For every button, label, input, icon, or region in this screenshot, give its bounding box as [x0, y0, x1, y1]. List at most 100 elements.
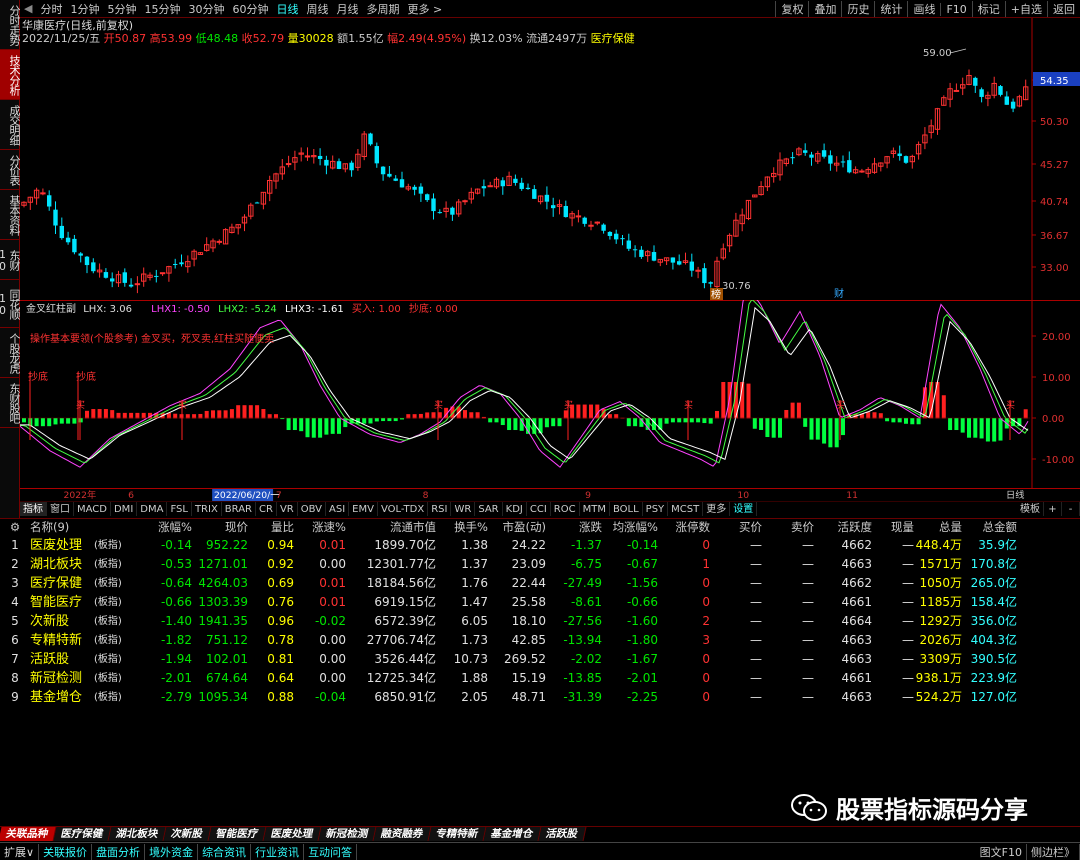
column-header[interactable]: 涨速% [294, 519, 346, 536]
column-header[interactable]: 总量 [914, 519, 962, 536]
add-window-button[interactable]: + [1044, 502, 1062, 516]
ind-tab-trix[interactable]: TRIX [192, 502, 222, 516]
nav-back-icon[interactable]: ◀ [20, 2, 36, 15]
ind-tab-emv[interactable]: EMV [349, 502, 378, 516]
column-header[interactable]: 总金额 [962, 519, 1018, 536]
sector-tab-covid-test[interactable]: 新冠检测 [318, 827, 376, 841]
f10-button[interactable]: F10 [940, 2, 971, 16]
sector-tab-margin[interactable]: 融资融券 [373, 827, 431, 841]
ind-tab-roc[interactable]: ROC [551, 502, 580, 516]
column-header[interactable]: 量比 [248, 519, 294, 536]
news-link[interactable]: 综合资讯 [198, 843, 252, 860]
period-15min[interactable]: 15分钟 [140, 1, 184, 17]
ind-tab-sar[interactable]: SAR [475, 502, 503, 516]
tab-time-sharing[interactable]: 分时走势 [0, 0, 21, 50]
sector-tab-active[interactable]: 活跃股 [538, 827, 586, 841]
column-header[interactable]: 名称(9) [30, 519, 134, 536]
overlay-button[interactable]: 叠加 [808, 1, 841, 17]
related-quotes-link[interactable]: 关联报价 [39, 843, 93, 860]
tab-basic-info[interactable]: 基本资料 [0, 190, 21, 240]
tab-price-table[interactable]: 分价表 [0, 150, 21, 190]
period-60min[interactable]: 60分钟 [228, 1, 272, 17]
ind-tab-brar[interactable]: BRAR [222, 502, 256, 516]
column-header[interactable]: 现价 [192, 519, 248, 536]
gear-icon[interactable]: ⚙ [0, 519, 30, 536]
ind-tab-more[interactable]: 更多 [703, 502, 731, 516]
column-header[interactable]: 现量 [872, 519, 914, 536]
ind-tab-mtm[interactable]: MTM [580, 502, 610, 516]
sector-tab-related[interactable]: 关联品种 [0, 827, 57, 841]
f10-text-button[interactable]: 图文F10 [976, 843, 1027, 860]
table-row[interactable]: 8 新冠检测 (板指) -2.01 674.64 0.64 0.00 12725.34亿 1.8… [0, 669, 1080, 688]
sector-tab-hubei[interactable]: 湖北板块 [108, 827, 167, 841]
ind-tab-kdj[interactable]: KDJ [503, 502, 527, 516]
industry-news-link[interactable]: 行业资讯 [251, 843, 305, 860]
ind-tab-asi[interactable]: ASI [326, 502, 350, 516]
tab-ths-10[interactable]: 同花顺10 [0, 280, 21, 328]
table-row[interactable]: 2 湖北板块 (板指) -0.53 1271.01 0.92 0.00 12301.77亿 1.… [0, 555, 1080, 574]
ind-tab-psy[interactable]: PSY [643, 502, 669, 516]
template-button[interactable]: 模板 [1017, 502, 1044, 516]
ind-tab-settings[interactable]: 设置 [730, 502, 758, 516]
history-button[interactable]: 历史 [841, 1, 874, 17]
table-row[interactable]: 3 医疗保健 (板指) -0.64 4264.03 0.69 0.01 18184.56亿 1.… [0, 574, 1080, 593]
sector-label[interactable]: 医疗保健 [591, 32, 635, 45]
ind-tab-indicator[interactable]: 指标 [20, 502, 47, 516]
ind-tab-boll[interactable]: BOLL [610, 502, 643, 516]
ind-tab-vol-tdx[interactable]: VOL-TDX [378, 502, 429, 516]
ind-tab-mcst[interactable]: MCST [668, 502, 704, 516]
column-header[interactable]: 换手% [436, 519, 488, 536]
ind-tab-dma[interactable]: DMA [137, 502, 168, 516]
ind-tab-window[interactable]: 窗口 [47, 502, 74, 516]
period-30min[interactable]: 30分钟 [184, 1, 228, 17]
table-row[interactable]: 9 基金增仓 (板指) -2.79 1095.34 0.88 -0.04 6850.91亿 2.… [0, 688, 1080, 707]
draw-line-button[interactable]: 画线 [907, 1, 940, 17]
period-1min[interactable]: 1分钟 [66, 1, 103, 17]
column-header[interactable]: 涨幅% [134, 519, 192, 536]
add-watchlist-button[interactable]: +自选 [1004, 1, 1047, 17]
kline-chart[interactable]: 54.35 50.30 45.27 40.74 36.67 33.00 59.00 30.… [20, 18, 1080, 300]
ind-tab-obv[interactable]: OBV [298, 502, 326, 516]
daily-label[interactable]: 日线 [1006, 489, 1024, 501]
ind-tab-macd[interactable]: MACD [74, 502, 111, 516]
period-time[interactable]: 分时 [36, 1, 66, 17]
expand-button[interactable]: 扩展∨ [0, 843, 40, 860]
foreign-capital-link[interactable]: 境外资金 [145, 843, 199, 860]
ind-tab-vr[interactable]: VR [277, 502, 298, 516]
return-button[interactable]: 返回 [1047, 1, 1080, 17]
period-monthly[interactable]: 月线 [332, 1, 362, 17]
column-header[interactable]: 活跃度 [814, 519, 873, 536]
table-row[interactable]: 4 智能医疗 (板指) -0.66 1303.39 0.76 0.01 6919.15亿 1.4… [0, 593, 1080, 612]
tab-trade-details[interactable]: 成交明细 [0, 100, 21, 150]
tab-stock-forum[interactable]: 东财股吧 [0, 378, 21, 428]
mark-button[interactable]: 标记 [971, 1, 1005, 17]
table-row[interactable]: 7 活跃股 (板指) -1.94 102.01 0.81 0.00 3526.44亿 10.73… [0, 650, 1080, 669]
tab-eastmoney-10[interactable]: 东财10 [0, 240, 21, 280]
sector-tab-smart-medical[interactable]: 智能医疗 [208, 827, 266, 841]
sector-tab-new-stock[interactable]: 次新股 [163, 827, 211, 841]
sidebar-toggle[interactable]: 侧边栏》 [1027, 843, 1080, 860]
period-daily[interactable]: 日线 [272, 1, 302, 17]
ind-tab-wr[interactable]: WR [451, 502, 476, 516]
sector-tab-healthcare[interactable]: 医疗保健 [53, 827, 112, 841]
tab-technical-analysis[interactable]: 技术分析 [0, 50, 21, 100]
period-weekly[interactable]: 周线 [302, 1, 332, 17]
period-more[interactable]: 更多 > [403, 1, 446, 17]
column-header[interactable]: 市盈(动) [488, 519, 546, 536]
indicator-chart[interactable]: 30.00 20.00 10.00 0.00 -10.00 抄底 抄底买 买 买 买 买 买 买 金叉… [20, 300, 1080, 488]
finance-tag[interactable]: 财 [834, 287, 844, 300]
period-5min[interactable]: 5分钟 [103, 1, 140, 17]
ind-tab-cci[interactable]: CCI [527, 502, 551, 516]
column-header[interactable]: 卖价 [762, 519, 814, 536]
table-row[interactable]: 1 医废处理 (板指) -0.14 952.22 0.94 0.01 1899.70亿 1.38… [0, 536, 1080, 555]
column-header[interactable]: 涨停数 [658, 519, 711, 536]
column-header[interactable]: 均涨幅% [602, 519, 658, 536]
period-multi[interactable]: 多周期 [362, 1, 403, 17]
ind-tab-dmi[interactable]: DMI [111, 502, 138, 516]
sector-tab-medical-waste[interactable]: 医废处理 [263, 827, 321, 841]
ind-tab-cr[interactable]: CR [256, 502, 277, 516]
table-row[interactable]: 6 专精特新 (板指) -1.82 751.12 0.78 0.00 27706.74亿 1.7… [0, 631, 1080, 650]
column-header[interactable]: 流通市值 [346, 519, 436, 536]
ind-tab-fsl[interactable]: FSL [167, 502, 192, 516]
table-row[interactable]: 5 次新股 (板指) -1.40 1941.35 0.96 -0.02 6572.39亿 6.0… [0, 612, 1080, 631]
